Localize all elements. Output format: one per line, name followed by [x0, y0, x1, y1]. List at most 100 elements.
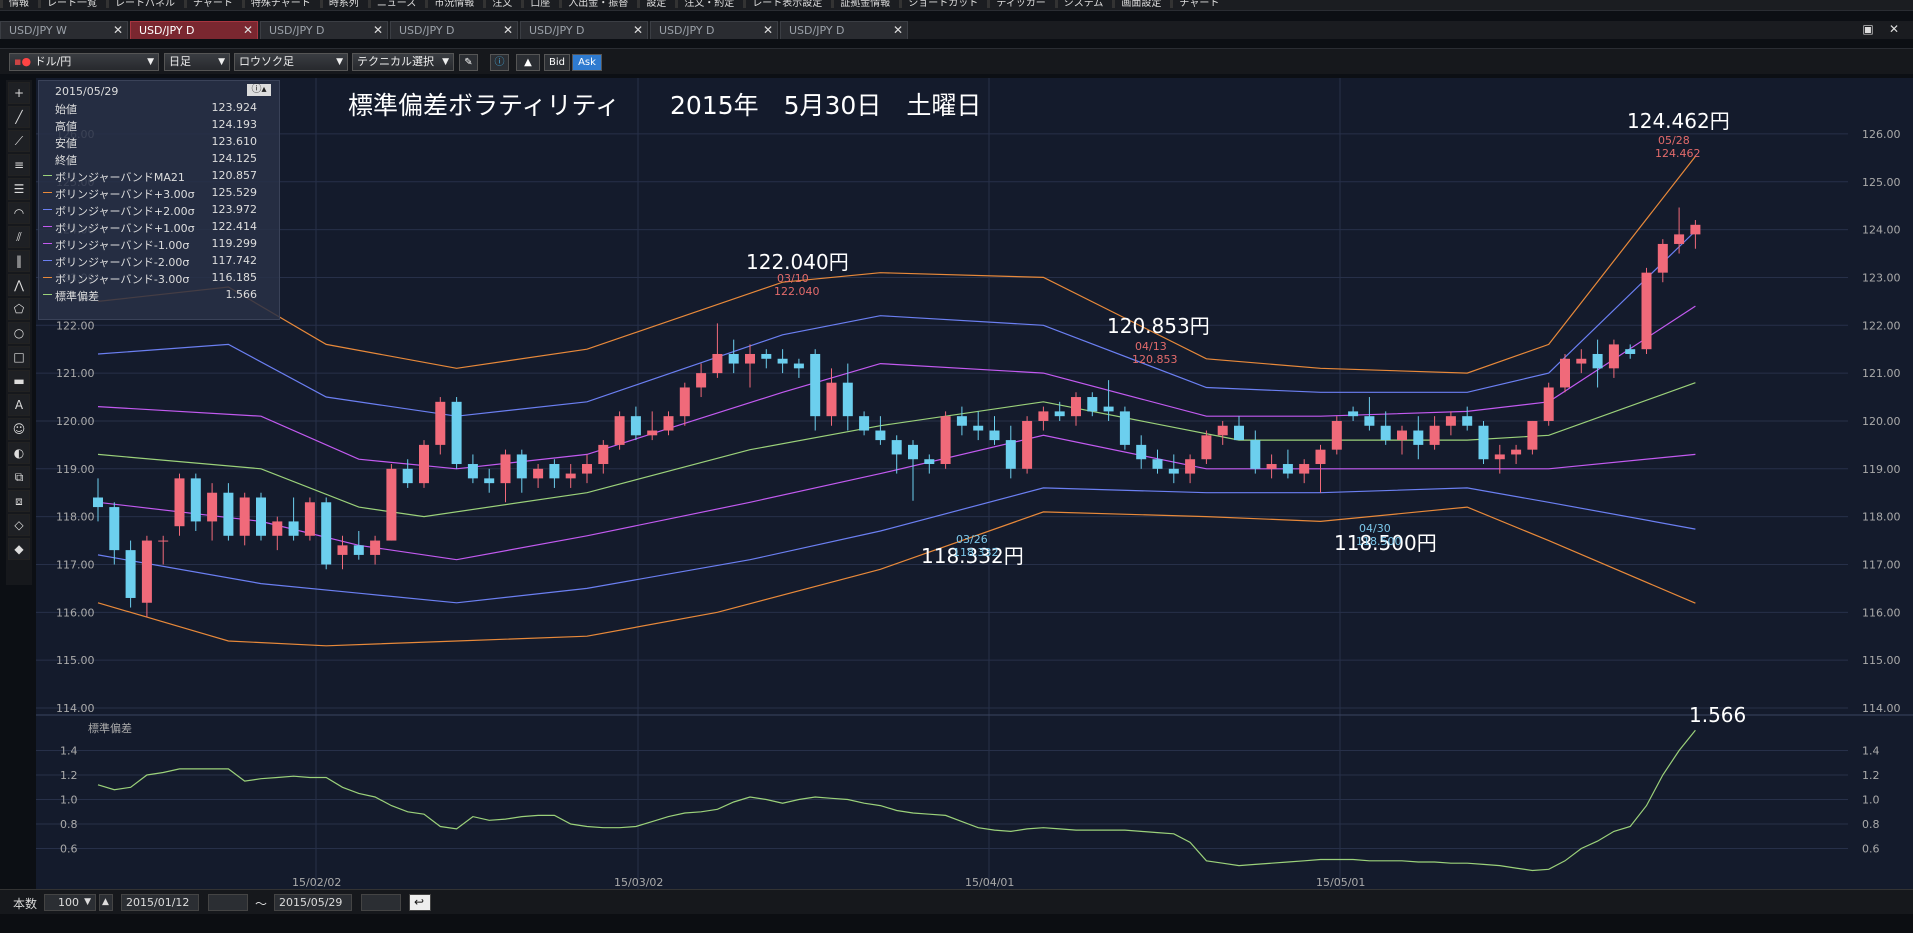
y-tick-label-left: 120.00	[56, 415, 95, 428]
band-p3	[97, 156, 1696, 374]
refresh-icon[interactable]: ↩	[409, 894, 431, 911]
ohlc-info-panel: 2015/05/29 ⓘ▴ 始値 123.924 高値 124.193 安値 123.61…	[38, 80, 280, 320]
candle-body	[598, 444, 609, 465]
rectangle-icon[interactable]: □	[8, 346, 30, 368]
chart-area[interactable]: 126.00126.00125.00125.00124.00124.00123.…	[36, 78, 1913, 889]
fibonacci-icon[interactable]: ☰	[8, 178, 30, 200]
count-up-button[interactable]: ▲	[99, 894, 113, 911]
restore-icon[interactable]: ▣	[1859, 22, 1877, 37]
chevron-down-icon: ▼	[336, 57, 343, 67]
line-width-icon[interactable]: ▬	[8, 370, 30, 392]
tab-chart[interactable]: USD/JPY D ✕	[780, 21, 908, 39]
tab-chart[interactable]: USD/JPY D ✕	[390, 21, 518, 39]
pitchfork-icon[interactable]: ⋀	[8, 274, 30, 296]
technical-select[interactable]: テクニカル選択 ▼	[352, 53, 454, 71]
ask-button[interactable]: Ask	[572, 54, 602, 71]
menu-item[interactable]: 証拠金情報	[831, 0, 899, 9]
candle-body	[1543, 387, 1554, 421]
menu-item[interactable]: レートパネル	[106, 0, 184, 9]
candle-body	[549, 464, 560, 479]
tab-chart[interactable]: USD/JPY W ✕	[0, 21, 128, 39]
menu-item[interactable]: ティッカー	[987, 0, 1054, 9]
menu-item[interactable]: 時系列	[319, 0, 368, 9]
tab-label: USD/JPY D	[789, 24, 845, 37]
color-icon[interactable]: ◐	[8, 442, 30, 464]
date-to-input[interactable]: 2015/05/29	[274, 894, 352, 911]
period-select[interactable]: 日足 ▼	[164, 53, 230, 71]
date-from-input[interactable]: 2015/01/12	[121, 894, 199, 911]
close-icon[interactable]: ✕	[243, 22, 253, 39]
tilde-label: ～	[255, 897, 268, 911]
sub-y-tick-left: 1.4	[60, 745, 78, 758]
eraser-all-icon[interactable]: ◆	[8, 538, 30, 560]
mountain-chart-icon[interactable]: ▲	[516, 54, 540, 71]
menu-item[interactable]: ショートカット	[899, 0, 987, 9]
info-row: ボリンジャーバンド-3.00σ 116.185	[43, 271, 267, 286]
menu-item[interactable]: システム	[1054, 0, 1113, 9]
menu-item[interactable]: 口座	[521, 0, 559, 9]
count-select[interactable]: 100 ▼	[44, 894, 96, 911]
candle-body	[109, 507, 120, 551]
currency-pair-select[interactable]: ▪● ドル/円 ▼	[9, 53, 159, 71]
menu-item[interactable]: 画面設定	[1112, 0, 1170, 9]
candle-body	[1641, 272, 1652, 350]
time-from-input[interactable]	[208, 894, 248, 911]
candle-body	[761, 353, 772, 359]
info-icon[interactable]: ⓘ	[490, 54, 509, 71]
copy-icon[interactable]: ⧉	[8, 466, 30, 488]
menu-item[interactable]: 注文	[483, 0, 521, 9]
ruler-icon[interactable]: ⟋	[8, 130, 30, 152]
menu-item[interactable]: レート一覧	[38, 0, 106, 9]
candle-body	[1266, 464, 1277, 469]
candle-body	[1250, 440, 1261, 469]
pentagon-icon[interactable]: ⬠	[8, 298, 30, 320]
close-icon[interactable]: ✕	[893, 22, 903, 39]
layers-icon[interactable]: ⧈	[8, 490, 30, 512]
tab-chart[interactable]: USD/JPY D ✕	[260, 21, 388, 39]
candle-body	[1625, 349, 1636, 354]
arc-icon[interactable]: ◠	[8, 202, 30, 224]
horizontal-line-icon[interactable]: ≡	[8, 154, 30, 176]
tab-chart[interactable]: USD/JPY D ✕	[520, 21, 648, 39]
eraser-icon[interactable]: ◇	[8, 514, 30, 536]
close-icon[interactable]: ✕	[1885, 22, 1903, 37]
tab-bar: USD/JPY W ✕ USD/JPY D ✕ USD/JPY D ✕ USD/JPY D ✕…	[0, 21, 1913, 39]
menu-item[interactable]: チャート	[184, 0, 242, 9]
trendline-icon[interactable]: ╱	[8, 106, 30, 128]
circle-icon[interactable]: ○	[8, 322, 30, 344]
menu-item[interactable]: 設定	[637, 0, 675, 9]
pen-icon[interactable]: ✎	[459, 54, 478, 71]
sub-y-tick-left: 1.2	[60, 769, 78, 782]
menu-item[interactable]: 市況情報	[425, 0, 483, 9]
crosshair-icon[interactable]: +	[8, 82, 30, 104]
info-toggle-icon[interactable]: ⓘ▴	[247, 84, 271, 96]
tab-chart[interactable]: USD/JPY D ✕	[650, 21, 778, 39]
candle-body	[875, 430, 886, 441]
legend-line	[43, 209, 52, 210]
menu-item[interactable]: チャート	[1170, 0, 1228, 9]
close-icon[interactable]: ✕	[373, 22, 383, 39]
vertical-lines-icon[interactable]: ‖	[8, 250, 30, 272]
text-icon[interactable]: A	[8, 394, 30, 416]
tab-chart[interactable]: USD/JPY D ✕	[130, 21, 258, 39]
bid-button[interactable]: Bid	[544, 54, 570, 71]
close-icon[interactable]: ✕	[633, 22, 643, 39]
menu-item[interactable]: 注文・約定	[675, 0, 743, 9]
menu-item[interactable]: 入出金・振替	[559, 0, 637, 9]
candle-body	[1429, 425, 1440, 445]
chart-type-select[interactable]: ロウソク足 ▼	[234, 53, 348, 71]
close-icon[interactable]: ✕	[763, 22, 773, 39]
time-to-input[interactable]	[361, 894, 401, 911]
candle-body	[467, 464, 478, 479]
close-icon[interactable]: ✕	[113, 22, 123, 39]
channel-icon[interactable]: ⫽	[8, 226, 30, 248]
candle-body	[565, 473, 576, 479]
close-icon[interactable]: ✕	[503, 22, 513, 39]
menu-item[interactable]: レート表示設定	[743, 0, 831, 9]
menu-item[interactable]: 特殊チャート	[241, 0, 320, 9]
menu-item[interactable]: 情報	[0, 0, 38, 9]
emoji-icon[interactable]: ☺	[8, 418, 30, 440]
candle-body	[956, 416, 967, 426]
sub-y-tick-left: 1.0	[60, 794, 78, 807]
menu-item[interactable]: ニュース	[367, 0, 426, 9]
